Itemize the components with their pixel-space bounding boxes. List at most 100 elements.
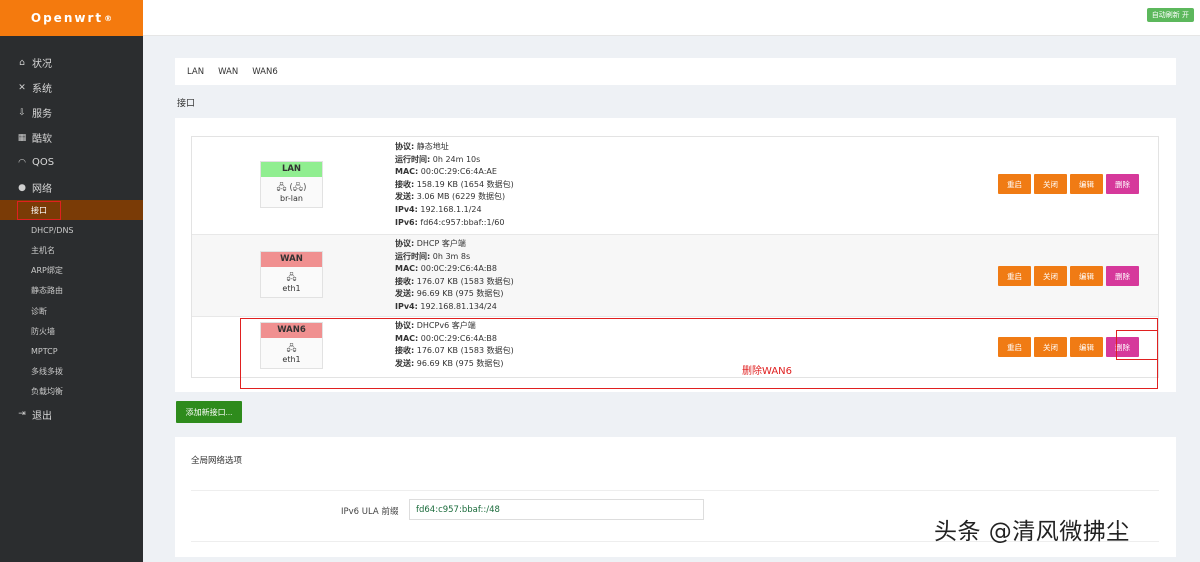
interfaces-table: LAN 🖧 (🖧) br-lan 协议: 静态地址 运行时间: 0h 24m 10s MA… <box>191 136 1159 378</box>
interface-actions: 重启 关闭 编辑 删除 <box>995 174 1139 194</box>
sidebar-item-1[interactable]: ✕ 系统 <box>0 75 143 100</box>
submenu-item-5[interactable]: 诊断 <box>0 301 143 321</box>
info-key: 发送: <box>395 358 415 368</box>
delete-button[interactable]: 删除 <box>1106 337 1139 357</box>
interface-name: WAN6 <box>261 323 322 338</box>
info-line: 发送: 96.69 KB (975 数据包) <box>395 288 514 301</box>
submenu-item-label: ARP绑定 <box>31 266 63 276</box>
tools-icon: ✕ <box>18 82 26 93</box>
submenu-item-9[interactable]: 负载均衡 <box>0 382 143 402</box>
sidebar-item-2[interactable]: ⇩ 服务 <box>0 100 143 125</box>
interface-badge: WAN 🖧 eth1 <box>260 251 323 298</box>
submenu-item-4[interactable]: 静态路由 <box>0 281 143 301</box>
info-line: 协议: DHCP 客户端 <box>395 238 514 251</box>
interface-row-wan: WAN 🖧 eth1 协议: DHCP 客户端 运行时间: 0h 3m 8s MAC: 0… <box>192 235 1158 317</box>
top-bar: 自动刷新 开 <box>143 0 1200 36</box>
info-key: IPv6: <box>395 217 418 227</box>
info-value: 00:0C:29:C6:4A:B8 <box>420 333 497 343</box>
submenu-item-label: 接口 <box>17 200 61 220</box>
interface-device: eth1 <box>282 355 301 364</box>
interface-name: WAN <box>261 252 322 267</box>
network-port-icon: 🖧 (🖧) <box>276 183 307 193</box>
stop-button[interactable]: 关闭 <box>1034 337 1067 357</box>
edit-button[interactable]: 编辑 <box>1070 266 1103 286</box>
edit-button[interactable]: 编辑 <box>1070 337 1103 357</box>
submenu-item-8[interactable]: 多线多拨 <box>0 362 143 382</box>
sidebar-item-3[interactable]: ▦ 酷软 <box>0 125 143 150</box>
sidebar-item-logout[interactable]: ⇥ 退出 <box>0 402 143 427</box>
delete-button[interactable]: 删除 <box>1106 174 1139 194</box>
submenu-item-1[interactable]: DHCP/DNS <box>0 220 143 240</box>
restart-button[interactable]: 重启 <box>998 337 1031 357</box>
info-line: 发送: 3.06 MB (6229 数据包) <box>395 191 514 204</box>
info-key: MAC: <box>395 264 419 274</box>
info-key: 协议: <box>395 239 415 248</box>
interface-actions: 重启 关闭 编辑 删除 <box>995 337 1139 357</box>
info-value: 176.07 KB (1583 数据包) <box>416 276 514 286</box>
info-key: IPv4: <box>395 301 418 311</box>
info-line: 协议: DHCPv6 客户端 <box>395 320 514 333</box>
delete-button[interactable]: 删除 <box>1106 266 1139 286</box>
info-line: 运行时间: 0h 24m 10s <box>395 154 514 167</box>
submenu-item-3[interactable]: ARP绑定 <box>0 261 143 281</box>
sidebar-item-4[interactable]: ◠ QOS <box>0 150 143 175</box>
interface-badge: LAN 🖧 (🖧) br-lan <box>260 161 323 208</box>
sidebar-item-label: 退出 <box>32 410 52 422</box>
interface-name: LAN <box>261 162 322 177</box>
stop-button[interactable]: 关闭 <box>1034 174 1067 194</box>
submenu-item-0[interactable]: 接口 <box>0 200 143 221</box>
restart-button[interactable]: 重启 <box>998 174 1031 194</box>
ipv6-ula-label: IPv6 ULA 前缀 <box>341 507 399 517</box>
info-line: 接收: 158.19 KB (1654 数据包) <box>395 179 514 192</box>
info-value: 192.168.81.134/24 <box>420 301 497 311</box>
sidebar-item-label: 酷软 <box>32 134 52 145</box>
info-line: 接收: 176.07 KB (1583 数据包) <box>395 345 514 358</box>
info-key: 运行时间: <box>395 251 431 261</box>
info-value: DHCPv6 客户端 <box>416 321 476 330</box>
brand-name: Openwrt <box>30 11 104 25</box>
submenu-item-7[interactable]: MPTCP <box>0 341 143 361</box>
submenu-item-6[interactable]: 防火墙 <box>0 321 143 341</box>
interface-status-info: 协议: DHCP 客户端 运行时间: 0h 3m 8s MAC: 00:0C:29:… <box>395 238 514 314</box>
tab-wan[interactable]: WAN <box>218 67 238 77</box>
submenu-item-label: 诊断 <box>31 306 47 316</box>
info-key: 协议: <box>395 142 415 151</box>
submenu-item-2[interactable]: 主机名 <box>0 240 143 260</box>
stop-button[interactable]: 关闭 <box>1034 266 1067 286</box>
info-value: 0h 24m 10s <box>432 154 481 164</box>
global-options-title: 全局网络选项 <box>191 456 243 466</box>
info-line: 发送: 96.69 KB (975 数据包) <box>395 358 514 371</box>
interface-device: br-lan <box>280 194 303 203</box>
sidebar-item-5[interactable]: ● 网络 <box>0 175 143 200</box>
auto-refresh-toggle[interactable]: 自动刷新 开 <box>1146 8 1194 22</box>
interface-tabs: LAN WAN WAN6 <box>175 58 1176 85</box>
info-line: MAC: 00:0C:29:C6:4A:B8 <box>395 333 514 346</box>
sidebar: Openwrt ® ⌂ 状况 ✕ 系统 ⇩ 服务 ▦ 酷软 ◠ QOS ● 网络 接口 DHCP/DNS 主机… <box>0 0 143 562</box>
info-key: MAC: <box>395 167 419 177</box>
tab-wan6[interactable]: WAN6 <box>252 67 278 77</box>
info-value: 3.06 MB (6229 数据包) <box>416 192 506 202</box>
logout-icon: ⇥ <box>18 409 26 420</box>
submenu-item-label: MPTCP <box>31 346 58 356</box>
submenu-item-label: DHCP/DNS <box>31 225 74 235</box>
ipv6-ula-input[interactable] <box>409 499 704 520</box>
restart-button[interactable]: 重启 <box>998 266 1031 286</box>
info-line: 接收: 176.07 KB (1583 数据包) <box>395 276 514 289</box>
info-key: MAC: <box>395 333 419 343</box>
submenu-item-label: 静态路由 <box>31 286 63 296</box>
sidebar-item-label: QOS <box>32 157 55 168</box>
info-value: 96.69 KB (975 数据包) <box>416 289 504 299</box>
sidebar-item-label: 系统 <box>32 84 52 95</box>
annotation-text: 删除WAN6 <box>742 366 793 377</box>
info-key: 接收: <box>395 276 415 286</box>
brand-logo[interactable]: Openwrt ® <box>0 0 143 36</box>
add-interface-button[interactable]: 添加新接口... <box>176 401 242 423</box>
section-title: 接口 <box>177 99 196 109</box>
interface-row-wan6: WAN6 🖧 eth1 协议: DHCPv6 客户端 MAC: 00:0C:29:C6:… <box>192 317 1158 377</box>
interface-status-info: 协议: 静态地址 运行时间: 0h 24m 10s MAC: 00:0C:29:C6… <box>395 141 514 229</box>
tab-lan[interactable]: LAN <box>187 67 204 77</box>
info-value: 192.168.1.1/24 <box>420 204 482 214</box>
sidebar-item-0[interactable]: ⌂ 状况 <box>0 50 143 75</box>
network-port-icon: 🖧 <box>286 344 297 354</box>
edit-button[interactable]: 编辑 <box>1070 174 1103 194</box>
